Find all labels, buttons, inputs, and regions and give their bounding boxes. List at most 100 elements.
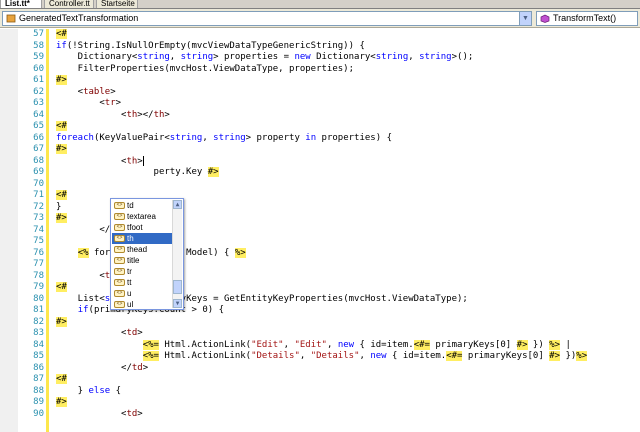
completion-item-label: tt bbox=[127, 278, 132, 287]
completion-item[interactable]: <> tfoot bbox=[112, 222, 172, 233]
completion-item[interactable]: <> title bbox=[112, 255, 172, 266]
scroll-down-icon[interactable]: ▼ bbox=[173, 299, 182, 308]
code-text[interactable]: Dictionary<string, string> properties = … bbox=[56, 52, 474, 64]
code-line[interactable]: 62 <table> bbox=[0, 87, 640, 99]
code-text[interactable]: <tr> bbox=[56, 98, 121, 110]
code-text[interactable]: <th> bbox=[56, 155, 144, 168]
completion-item[interactable]: <> tt bbox=[112, 277, 172, 288]
code-line[interactable]: 61 #> bbox=[0, 75, 640, 87]
code-text[interactable]: </td> bbox=[56, 363, 148, 375]
completion-scrollbar[interactable]: ▲ ▼ bbox=[172, 200, 182, 308]
completion-item[interactable]: <> textarea bbox=[112, 211, 172, 222]
code-text[interactable]: foreach(KeyValuePair<string, string> pro… bbox=[56, 133, 392, 145]
code-text[interactable]: #> bbox=[56, 75, 67, 87]
completion-item[interactable]: <> thead bbox=[112, 244, 172, 255]
code-text[interactable]: <# bbox=[56, 29, 67, 41]
code-text[interactable]: <%= Html.ActionLink("Edit", "Edit", new … bbox=[56, 339, 571, 352]
code-text[interactable]: <table> bbox=[56, 87, 116, 99]
code-line[interactable]: 81 if(primaryKeys.Count > 0) { bbox=[0, 305, 640, 317]
html-element-icon: <> bbox=[114, 213, 125, 220]
code-text[interactable]: <td> bbox=[56, 328, 143, 340]
code-line[interactable]: 60 FilterProperties(mvcHost.ViewDataType… bbox=[0, 64, 640, 76]
code-line[interactable]: 70 bbox=[0, 179, 640, 191]
code-text[interactable]: #> bbox=[56, 316, 67, 329]
tab-list-tt[interactable]: List.tt* bbox=[0, 0, 42, 8]
code-text[interactable]: <# bbox=[56, 190, 67, 202]
line-number: 67 bbox=[33, 144, 44, 154]
completion-item[interactable]: <> th bbox=[112, 233, 172, 244]
code-line[interactable]: 63 <tr> bbox=[0, 98, 640, 110]
completion-item[interactable]: <> ul bbox=[112, 299, 172, 310]
code-line[interactable]: 78 <t bbox=[0, 271, 640, 283]
line-number: 80 bbox=[33, 293, 44, 304]
code-line[interactable]: 71 <# bbox=[0, 190, 640, 202]
tab-controller-tt[interactable]: Controller.tt bbox=[44, 0, 94, 8]
member-dropdown[interactable]: TransformText() bbox=[536, 11, 638, 26]
code-text[interactable]: <td> bbox=[56, 409, 143, 421]
completion-item[interactable]: <> u bbox=[112, 288, 172, 299]
code-line[interactable]: 75 bbox=[0, 236, 640, 248]
code-text[interactable]: #> bbox=[56, 144, 67, 156]
line-number: 76 bbox=[33, 247, 44, 258]
code-line[interactable]: 73 #> bbox=[0, 213, 640, 225]
line-number: 78 bbox=[33, 270, 44, 281]
code-line[interactable]: 84 <%= Html.ActionLink("Edit", "Edit", n… bbox=[0, 339, 640, 352]
code-line[interactable]: 76 <% fore m in Model) { %> bbox=[0, 247, 640, 260]
scroll-thumb[interactable] bbox=[173, 280, 182, 294]
code-line[interactable]: 64 <th></th> bbox=[0, 110, 640, 122]
line-number: 86 bbox=[33, 362, 44, 373]
code-line[interactable]: 58 if(!String.IsNullOrEmpty(mvcViewDataTy… bbox=[0, 41, 640, 53]
code-line[interactable]: 90 <td> bbox=[0, 409, 640, 421]
code-text[interactable]: #> bbox=[56, 213, 67, 225]
code-text[interactable]: perty.Key #> bbox=[56, 167, 219, 179]
code-line[interactable]: 67 #> bbox=[0, 144, 640, 156]
chevron-down-icon[interactable]: ▼ bbox=[519, 12, 531, 25]
code-line[interactable]: 82 #> bbox=[0, 316, 640, 329]
code-text[interactable]: <th></th> bbox=[56, 110, 170, 122]
code-line[interactable]: 59 Dictionary<string, string> properties… bbox=[0, 52, 640, 64]
code-line[interactable]: 74 </ bbox=[0, 225, 640, 237]
completion-item[interactable]: <> td bbox=[112, 200, 172, 211]
intellisense-popup[interactable]: <> td <> textarea <> tfoot <> th <> thead <> title <… bbox=[110, 198, 184, 310]
code-line[interactable]: 85 <%= Html.ActionLink("Details", "Detai… bbox=[0, 351, 640, 363]
code-line[interactable]: 79 <# bbox=[0, 282, 640, 294]
code-text[interactable]: </ bbox=[56, 225, 110, 237]
code-line[interactable]: 83 <td> bbox=[0, 328, 640, 340]
line-number: 87 bbox=[33, 374, 44, 384]
completion-list[interactable]: <> td <> textarea <> tfoot <> th <> thead <> title <… bbox=[112, 200, 172, 310]
code-text[interactable]: FilterProperties(mvcHost.ViewDataType, p… bbox=[56, 64, 354, 76]
line-number: 68 bbox=[33, 155, 44, 166]
code-line[interactable]: 68 <th> bbox=[0, 155, 640, 168]
code-text[interactable]: #> bbox=[56, 397, 67, 409]
code-text[interactable]: } bbox=[56, 202, 61, 214]
code-line[interactable]: 86 </td> bbox=[0, 363, 640, 375]
code-text[interactable]: } else { bbox=[56, 386, 121, 398]
tab-startseite[interactable]: Startseite bbox=[96, 0, 138, 8]
line-number: 79 bbox=[33, 282, 44, 292]
html-element-icon: <> bbox=[114, 279, 125, 286]
code-editor[interactable]: 57 <# 58 if(!String.IsNullOrEmpty(mvcViewDa… bbox=[0, 29, 640, 432]
code-line[interactable]: 66 foreach(KeyValuePair<string, string> p… bbox=[0, 133, 640, 145]
code-line[interactable]: 88 } else { bbox=[0, 386, 640, 398]
code-line[interactable]: 72} bbox=[0, 202, 640, 214]
code-line[interactable]: 77 bbox=[0, 259, 640, 271]
type-dropdown[interactable]: GeneratedTextTransformation ▼ bbox=[2, 11, 532, 26]
code-text[interactable]: <t bbox=[56, 271, 110, 283]
scroll-up-icon[interactable]: ▲ bbox=[173, 200, 182, 209]
code-line[interactable]: 57 <# bbox=[0, 29, 640, 41]
code-line[interactable]: 87 <# bbox=[0, 374, 640, 386]
line-number: 60 bbox=[33, 63, 44, 74]
line-number: 63 bbox=[33, 98, 44, 108]
code-line[interactable]: 89 #> bbox=[0, 397, 640, 409]
code-text[interactable]: if(!String.IsNullOrEmpty(mvcViewDataType… bbox=[56, 41, 365, 53]
line-number: 69 bbox=[33, 167, 44, 177]
code-line[interactable]: 65 <# bbox=[0, 121, 640, 133]
line-number: 59 bbox=[33, 52, 44, 62]
code-text[interactable]: <# bbox=[56, 374, 67, 386]
code-line[interactable]: 80 List<string> primaryKeys = GetEntityK… bbox=[0, 294, 640, 306]
completion-item[interactable]: <> tr bbox=[112, 266, 172, 277]
code-text[interactable]: <# bbox=[56, 121, 67, 133]
code-line[interactable]: 69 perty.Key #> bbox=[0, 167, 640, 179]
code-text[interactable]: <%= Html.ActionLink("Details", "Details"… bbox=[56, 351, 588, 363]
code-text[interactable]: <# bbox=[56, 282, 67, 294]
